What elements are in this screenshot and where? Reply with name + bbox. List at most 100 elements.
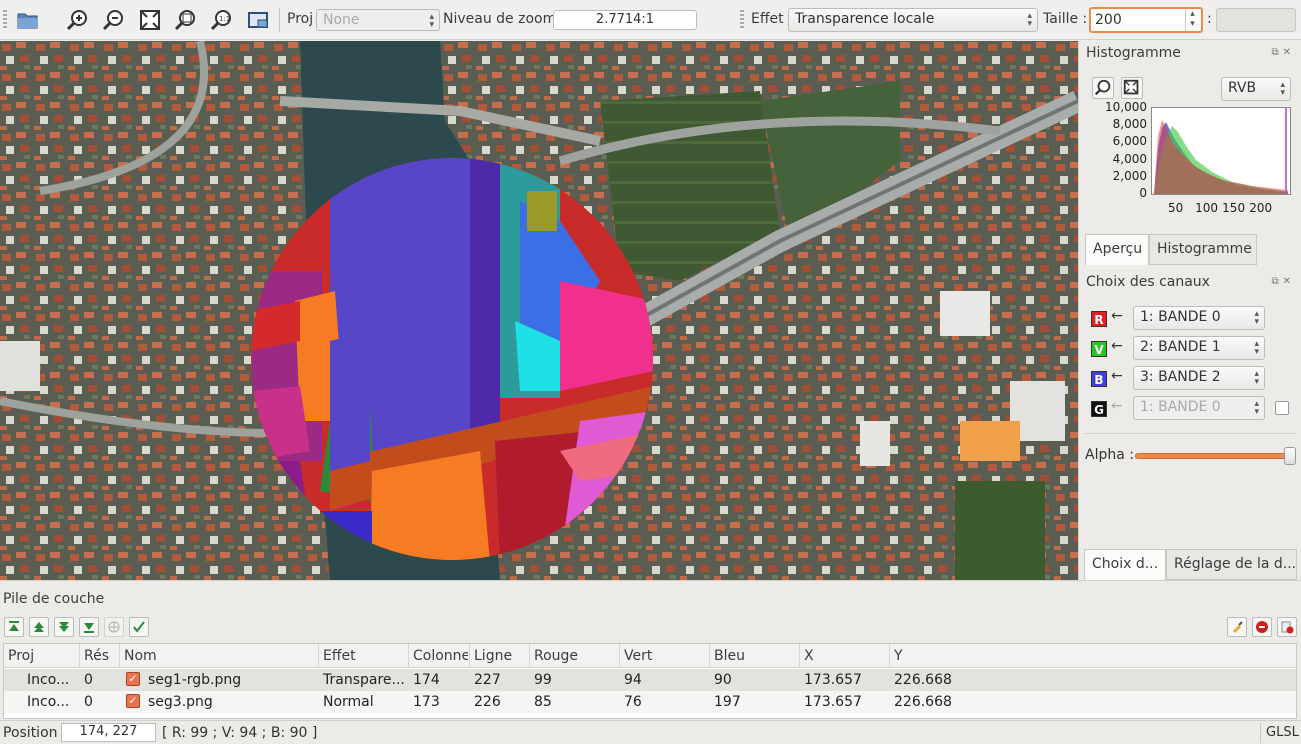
zoom-level-label: Niveau de zoom	[443, 11, 557, 27]
col-header-blue[interactable]: Bleu	[714, 648, 745, 664]
renderer-label: GLSL	[1266, 725, 1299, 740]
histogram-mode-select[interactable]: RVB ▴ ▾	[1221, 77, 1291, 101]
col-header-line[interactable]: Ligne	[474, 648, 512, 664]
globe-icon[interactable]	[104, 617, 124, 637]
move-up-icon[interactable]	[29, 617, 49, 637]
cell-name: seg3.png	[148, 694, 213, 710]
panel-float-close-icon[interactable]: ⧉✕	[1271, 276, 1295, 287]
spin-arrows-icon: ▴ ▾	[1280, 80, 1285, 98]
move-bottom-icon[interactable]	[79, 617, 99, 637]
proj-select[interactable]: None ▴ ▾	[316, 9, 440, 31]
size-secondary-field	[1216, 8, 1296, 32]
spin-arrows-icon[interactable]: ▴ ▾	[1185, 9, 1199, 31]
screenshot-icon[interactable]	[244, 6, 272, 34]
image-view[interactable]	[0, 41, 1078, 580]
histogram-mode-value: RVB	[1228, 80, 1257, 96]
blue-channel-value: 3: BANDE 2	[1140, 369, 1221, 385]
toolbar-grip-icon[interactable]	[740, 10, 744, 30]
histogram-y-tick: 10,000	[1105, 100, 1147, 114]
right-dock: Histogramme ⧉✕ RVB ▴ ▾ 10,000 8,000 6,000 4,…	[1078, 41, 1301, 580]
effect-select[interactable]: Transparence locale ▴ ▾	[788, 8, 1038, 32]
col-header-res[interactable]: Rés	[84, 648, 109, 664]
green-channel-badge: V	[1091, 341, 1107, 357]
table-row[interactable]: Inco... 0 ✓ seg3.png Normal 173 226 85 7…	[4, 691, 1296, 713]
toolbar-grip-icon[interactable]	[3, 10, 7, 30]
remove-layer-icon[interactable]	[1277, 617, 1297, 637]
pixel-info: [ R: 99 ; V: 94 ; B: 90 ]	[162, 725, 318, 741]
proj-select-value: None	[323, 12, 360, 28]
col-header-y[interactable]: Y	[894, 648, 903, 664]
histogram-y-tick: 0	[1139, 186, 1147, 200]
channel-row-red: R ← 1: BANDE 0 ▴ ▾	[1091, 306, 1291, 332]
zoom-in-icon[interactable]	[63, 6, 91, 34]
col-header-x[interactable]: X	[804, 648, 814, 664]
alpha-slider[interactable]	[1135, 447, 1296, 465]
col-header-name[interactable]: Nom	[124, 648, 157, 664]
histogram-y-tick: 8,000	[1112, 117, 1147, 132]
cell-green: 94	[624, 672, 642, 688]
gray-channel-checkbox[interactable]	[1275, 401, 1289, 415]
col-header-proj[interactable]: Proj	[8, 648, 34, 664]
histogram-bars	[1154, 108, 1288, 194]
cell-res: 0	[84, 672, 93, 688]
zoom-1-1-icon[interactable]: 1:1	[207, 6, 235, 34]
red-channel-select[interactable]: 1: BANDE 0 ▴ ▾	[1133, 306, 1265, 330]
spin-arrows-icon: ▴ ▾	[1254, 399, 1259, 417]
open-folder-icon[interactable]	[14, 6, 42, 34]
spin-arrows-icon: ▴ ▾	[1027, 11, 1032, 29]
zoom-level-field[interactable]: 2.7714:1	[553, 10, 697, 30]
zoom-full-icon[interactable]	[171, 6, 199, 34]
tab-channel-choice[interactable]: Choix d...	[1084, 549, 1166, 580]
alpha-slider-handle[interactable]	[1284, 447, 1296, 465]
delete-stop-icon[interactable]	[1252, 617, 1272, 637]
cell-effect: Normal	[323, 694, 374, 710]
left-arrow-icon: ←	[1111, 338, 1123, 354]
layer-visible-checkbox[interactable]: ✓	[126, 672, 140, 686]
move-down-icon[interactable]	[54, 617, 74, 637]
spin-arrows-icon: ▴ ▾	[429, 12, 434, 30]
histogram-y-tick: 2,000	[1112, 168, 1147, 183]
main-toolbar: 1:1 Proj None ▴ ▾ Niveau de zoom 2.7714:1…	[0, 0, 1301, 40]
layer-stack-title: Pile de couche	[3, 591, 105, 607]
tab-apercu[interactable]: Aperçu	[1085, 234, 1149, 265]
col-header-red[interactable]: Rouge	[534, 648, 578, 664]
channel-row-blue: B ← 3: BANDE 2 ▴ ▾	[1091, 366, 1291, 392]
zoom-out-icon[interactable]	[99, 6, 127, 34]
status-bar: Position 174, 227 [ R: 99 ; V: 94 ; B: 9…	[0, 720, 1301, 744]
red-channel-badge: R	[1091, 311, 1107, 327]
satellite-image[interactable]	[0, 41, 1078, 580]
col-header-effect[interactable]: Effet	[323, 648, 356, 664]
tab-dynamic-settings[interactable]: Réglage de la d...	[1166, 549, 1297, 580]
cell-green: 76	[624, 694, 642, 710]
move-top-icon[interactable]	[4, 617, 24, 637]
gray-channel-value: 1: BANDE 0	[1140, 399, 1221, 415]
green-channel-select[interactable]: 2: BANDE 1 ▴ ▾	[1133, 336, 1265, 360]
cell-y: 226.668	[894, 694, 952, 710]
zoom-extent-icon[interactable]	[136, 6, 164, 34]
gray-channel-select[interactable]: 1: BANDE 0 ▴ ▾	[1133, 396, 1265, 420]
position-field[interactable]: 174, 227	[61, 723, 156, 742]
tab-histogramme[interactable]: Histogramme	[1149, 234, 1257, 265]
col-header-green[interactable]: Vert	[624, 648, 652, 664]
cell-proj: Inco...	[27, 672, 70, 688]
histogram-y-tick: 4,000	[1112, 151, 1147, 166]
cell-line: 227	[474, 672, 501, 688]
clear-brush-icon[interactable]	[1227, 617, 1247, 637]
size-spinbox[interactable]: 200 ▴ ▾	[1089, 7, 1203, 33]
channels-panel-title: Choix des canaux	[1086, 274, 1210, 290]
table-row[interactable]: Inco... 0 ✓ seg1-rgb.png Transpare... 17…	[4, 669, 1296, 691]
position-label: Position	[3, 725, 58, 741]
tab-apercu-label: Aperçu	[1093, 241, 1143, 257]
size-colon: :	[1207, 11, 1212, 27]
cell-column: 174	[413, 672, 440, 688]
histogram-zoom-icon[interactable]	[1092, 77, 1114, 99]
channel-row-gray: G ← 1: BANDE 0 ▴ ▾	[1091, 396, 1291, 422]
layer-visible-checkbox[interactable]: ✓	[126, 694, 140, 708]
col-header-column[interactable]: Colonne	[413, 648, 468, 664]
histogram-extent-icon[interactable]	[1121, 77, 1143, 99]
panel-float-close-icon[interactable]: ⧉✕	[1271, 47, 1295, 58]
cell-res: 0	[84, 694, 93, 710]
blue-channel-select[interactable]: 3: BANDE 2 ▴ ▾	[1133, 366, 1265, 390]
effect-label: Effet	[751, 11, 784, 27]
apply-check-icon[interactable]	[129, 617, 149, 637]
